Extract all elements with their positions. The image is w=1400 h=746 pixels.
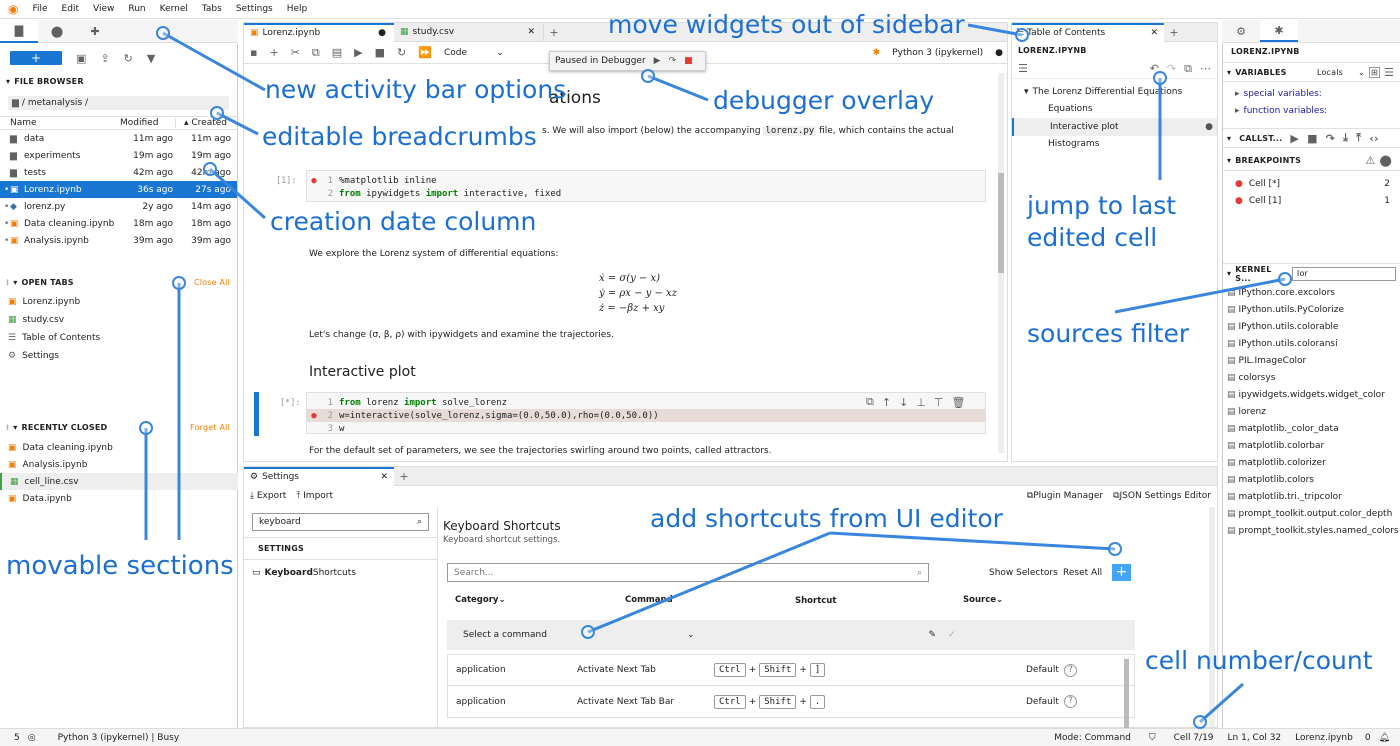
callout-debugger-overlay: debugger overlay (713, 86, 935, 115)
callout-marker (1193, 715, 1207, 729)
callout-marker (210, 106, 224, 120)
callout-marker (203, 162, 217, 176)
callout-move-widgets: move widgets out of sidebar (608, 10, 965, 39)
callout-marker (1153, 71, 1167, 85)
callout-jump-last-cell: jump to last edited cell (1027, 191, 1177, 252)
callout-movable-sections: movable sections (6, 551, 234, 581)
callout-add-shortcuts: add shortcuts from UI editor (650, 504, 1003, 533)
jupyterlab-window: ◉ File Edit View Run Kernel Tabs Settings Help … (0, 0, 1400, 746)
callout-sources-filter: sources filter (1027, 319, 1190, 348)
callout-marker (156, 26, 170, 40)
callout-cell-count: cell number/count (1145, 646, 1373, 675)
callout-marker (172, 276, 186, 290)
callout-marker (1015, 28, 1029, 42)
callout-marker (1108, 542, 1122, 556)
callout-creation-date: creation date column (270, 207, 537, 236)
callout-marker (641, 69, 655, 83)
callout-marker (1278, 272, 1292, 286)
callout-activity-bar: new activity bar options (265, 75, 567, 104)
callout-marker (139, 421, 153, 435)
callout-marker (581, 625, 595, 639)
callout-breadcrumbs: editable breadcrumbs (262, 122, 537, 151)
